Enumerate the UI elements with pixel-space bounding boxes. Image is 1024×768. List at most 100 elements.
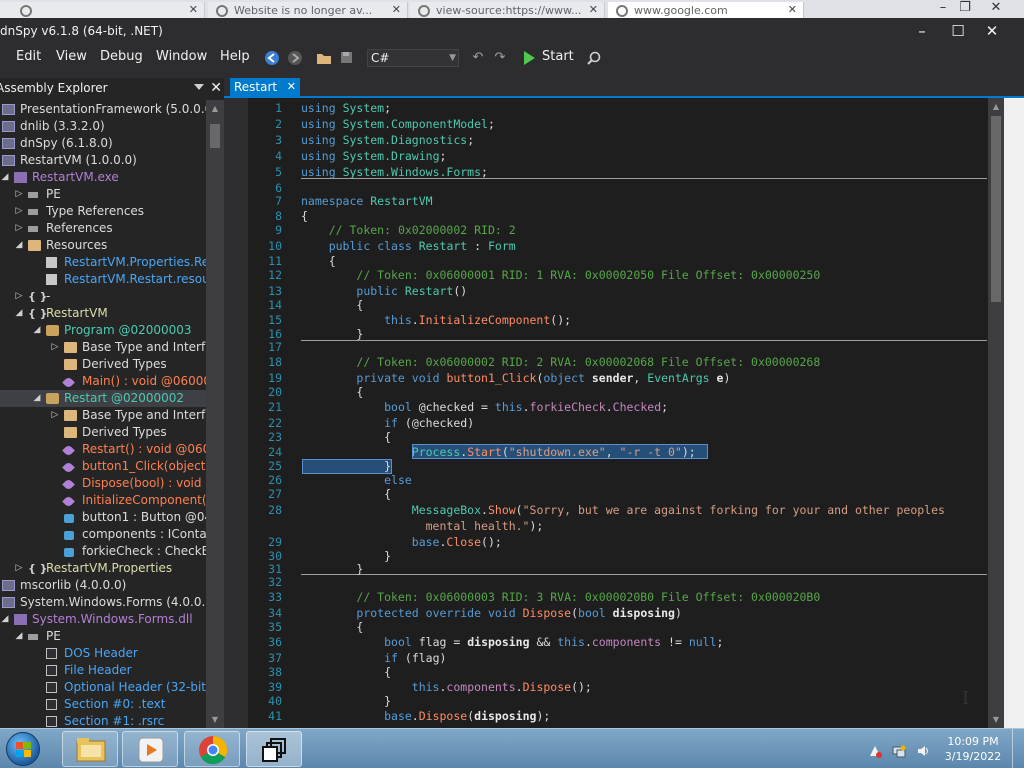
scroll-thumb[interactable] bbox=[210, 124, 220, 148]
tree-assembly[interactable]: RestartVM (1.0.0.0) bbox=[0, 152, 206, 169]
collapse-arrow-icon[interactable]: ◢ bbox=[14, 237, 24, 254]
tree-section[interactable]: Section #0: .text bbox=[0, 696, 206, 713]
tree-method[interactable]: InitializeComponent() bbox=[0, 492, 206, 509]
start-button[interactable] bbox=[6, 732, 40, 766]
tree-namespace[interactable]: ▷ { } RestartVM.Properties bbox=[0, 560, 206, 577]
expand-arrow-icon[interactable]: ▷ bbox=[14, 203, 24, 220]
tree-header[interactable]: Optional Header (32-bit) bbox=[0, 679, 206, 696]
tree-module[interactable]: ◢ System.Windows.Forms.dll bbox=[0, 611, 206, 628]
show-desktop-button[interactable] bbox=[1012, 729, 1024, 768]
system-clock[interactable]: 10:09 PM 3/19/2022 bbox=[936, 734, 1010, 764]
browser-tab[interactable]: Website is no longer av... ✕ bbox=[208, 2, 408, 18]
tree-folder[interactable]: Derived Types bbox=[0, 356, 206, 373]
menu-edit[interactable]: Edit bbox=[16, 49, 41, 64]
save-all-icon[interactable] bbox=[339, 50, 355, 66]
tree-method[interactable]: Dispose(bool) : void @ bbox=[0, 475, 206, 492]
tree-assembly[interactable]: System.Windows.Forms (4.0.0.0) bbox=[0, 594, 206, 611]
expand-arrow-icon[interactable]: ▷ bbox=[14, 220, 24, 237]
back-icon[interactable] bbox=[264, 50, 280, 66]
tree-resource[interactable]: RestartVM.Restart.resourc bbox=[0, 271, 206, 288]
close-icon[interactable]: ✕ bbox=[788, 3, 797, 16]
tree-node[interactable]: ▷ PE bbox=[0, 186, 206, 203]
forward-icon[interactable] bbox=[287, 50, 303, 66]
collapse-arrow-icon[interactable]: ◢ bbox=[0, 169, 10, 186]
browser-tab-active[interactable]: www.google.com ✕ bbox=[608, 2, 804, 18]
menu-debug[interactable]: Debug bbox=[100, 49, 143, 64]
browser-tab[interactable]: ✕ bbox=[0, 2, 205, 18]
taskbar-chrome[interactable] bbox=[184, 731, 240, 767]
start-debug-button[interactable]: Start bbox=[522, 49, 574, 67]
tree-folder[interactable]: ▷ Base Type and Interfac bbox=[0, 407, 206, 424]
tree-class[interactable]: ◢ Restart @02000002 bbox=[0, 390, 206, 407]
tree-class[interactable]: ◢ Program @02000003 bbox=[0, 322, 206, 339]
browser-tab[interactable]: view-source:https://www... ✕ bbox=[410, 2, 605, 18]
tab-restart[interactable]: Restart ✕ bbox=[230, 78, 300, 98]
tree-folder[interactable]: ▷ Base Type and Interfac bbox=[0, 339, 206, 356]
tree-module[interactable]: ◢ RestartVM.exe bbox=[0, 169, 206, 186]
close-button[interactable]: ✕ bbox=[975, 18, 1009, 44]
open-folder-icon[interactable] bbox=[316, 50, 332, 66]
tree-node[interactable]: ◢ PE bbox=[0, 628, 206, 645]
volume-icon[interactable] bbox=[916, 743, 930, 757]
close-icon[interactable]: ✕ bbox=[287, 80, 296, 93]
taskbar-media-player[interactable] bbox=[122, 731, 178, 767]
close-icon[interactable]: ✕ bbox=[210, 80, 222, 96]
tree-namespace[interactable]: ◢ { } RestartVM bbox=[0, 305, 206, 322]
scroll-up-icon[interactable]: ▲ bbox=[988, 102, 1004, 111]
tree-header[interactable]: File Header bbox=[0, 662, 206, 679]
close-icon[interactable]: ✕ bbox=[392, 3, 401, 16]
tree-method[interactable]: Restart() : void @06000 bbox=[0, 441, 206, 458]
expand-arrow-icon[interactable]: ▷ bbox=[14, 560, 24, 577]
tree-assembly[interactable]: dnlib (3.3.2.0) bbox=[0, 118, 206, 135]
expand-arrow-icon[interactable]: ▷ bbox=[14, 186, 24, 203]
tree-method[interactable]: button1_Click(object, bbox=[0, 458, 206, 475]
tree-namespace[interactable]: ▷ { } - bbox=[0, 288, 206, 305]
expand-arrow-icon[interactable]: ▷ bbox=[50, 339, 60, 356]
tree-header[interactable]: DOS Header bbox=[0, 645, 206, 662]
collapse-arrow-icon[interactable]: ◢ bbox=[32, 390, 42, 407]
close-icon[interactable]: ✕ bbox=[189, 3, 198, 16]
close-icon[interactable]: ✕ bbox=[985, 0, 1007, 18]
minimize-icon[interactable]: – bbox=[932, 0, 954, 18]
minimize-button[interactable]: – bbox=[905, 18, 939, 44]
scroll-up-icon[interactable]: ▲ bbox=[206, 104, 224, 113]
tree-assembly[interactable]: mscorlib (4.0.0.0) bbox=[0, 577, 206, 594]
tree-resource[interactable]: RestartVM.Properties.Reso bbox=[0, 254, 206, 271]
collapse-arrow-icon[interactable]: ◢ bbox=[32, 322, 42, 339]
tree-folder[interactable]: Derived Types bbox=[0, 424, 206, 441]
collapse-arrow-icon[interactable]: ◢ bbox=[0, 611, 10, 628]
taskbar-dnspy[interactable] bbox=[246, 731, 302, 767]
maximize-button[interactable]: ☐ bbox=[941, 18, 975, 44]
network-icon[interactable] bbox=[892, 743, 906, 758]
tree-field[interactable]: components : IContai bbox=[0, 526, 206, 543]
tree-folder[interactable]: ◢ Resources bbox=[0, 237, 206, 254]
expand-arrow-icon[interactable]: ▷ bbox=[14, 288, 24, 305]
search-icon[interactable] bbox=[586, 50, 602, 66]
menu-window[interactable]: Window bbox=[156, 49, 207, 64]
restore-icon[interactable]: ❐ bbox=[954, 0, 976, 18]
tree-field[interactable]: button1 : Button @040 bbox=[0, 509, 206, 526]
tree-assembly[interactable]: PresentationFramework (5.0.0.0) bbox=[0, 101, 206, 118]
tree-assembly[interactable]: dnSpy (6.1.8.0) bbox=[0, 135, 206, 152]
menu-help[interactable]: Help bbox=[220, 49, 250, 64]
tree-node[interactable]: ▷ References bbox=[0, 220, 206, 237]
scroll-thumb[interactable] bbox=[991, 116, 1001, 302]
menu-view[interactable]: View bbox=[56, 49, 87, 64]
expand-arrow-icon[interactable]: ▷ bbox=[50, 407, 60, 424]
language-select[interactable]: C# ▼ bbox=[367, 49, 459, 67]
close-icon[interactable]: ✕ bbox=[589, 3, 598, 16]
collapse-arrow-icon[interactable]: ◢ bbox=[14, 305, 24, 322]
explorer-scrollbar[interactable]: ▲ ▼ bbox=[206, 100, 224, 728]
collapse-arrow-icon[interactable]: ◢ bbox=[14, 628, 24, 645]
editor-scrollbar[interactable]: ▲ ▼ bbox=[988, 98, 1004, 728]
tree-method[interactable]: Main() : void @060000 bbox=[0, 373, 206, 390]
undo-icon[interactable]: ↶ bbox=[470, 50, 486, 66]
tree-field[interactable]: forkieCheck : CheckBo bbox=[0, 543, 206, 560]
action-center-icon[interactable] bbox=[868, 743, 882, 758]
tree-section[interactable]: Section #1: .rsrc bbox=[0, 713, 206, 728]
tree-node[interactable]: ▷ Type References bbox=[0, 203, 206, 220]
code-editor[interactable]: 1 using System; 2 using System.ComponentMo… bbox=[224, 98, 1024, 728]
scroll-down-icon[interactable]: ▼ bbox=[988, 715, 1004, 724]
scroll-down-icon[interactable]: ▼ bbox=[206, 715, 224, 724]
redo-icon[interactable]: ↷ bbox=[492, 50, 508, 66]
